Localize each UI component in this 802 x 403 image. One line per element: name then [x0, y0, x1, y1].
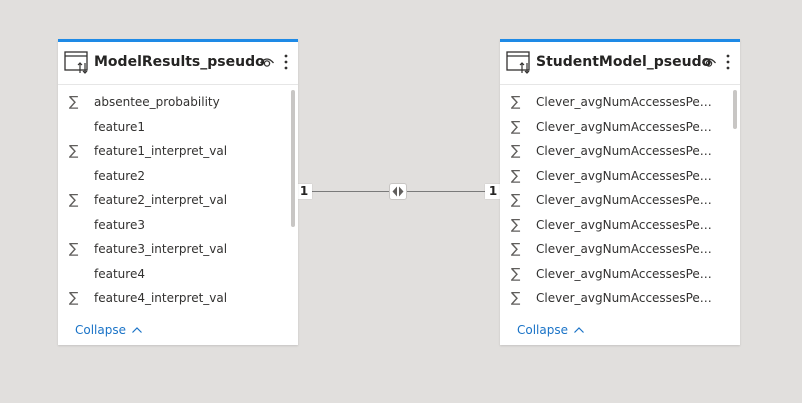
sum-icon: ∑	[511, 265, 521, 282]
field-label: feature3_interpret_val	[94, 242, 228, 256]
collapse-label: Collapse	[517, 323, 568, 337]
sum-icon: ∑	[511, 94, 521, 110]
chevron-up-icon	[131, 327, 142, 333]
field-label: Clever_avgNumAccessesPerDa...	[536, 266, 716, 281]
field-label: feature4_interpret_val	[94, 291, 228, 305]
collapse-button[interactable]: Collapse	[75, 323, 142, 337]
table-card-header[interactable]: StudentModel_pseudo	[500, 42, 740, 85]
field-row[interactable]: ∑ Clever_avgNumAccessesPerDa...	[500, 164, 740, 189]
field-row[interactable]: ∑ Clever_avgNumAccessesPerDa...	[500, 90, 740, 115]
field-label: feature3	[94, 217, 145, 232]
scrollbar[interactable]	[733, 90, 737, 129]
field-row[interactable]: ∑ Clever_avgNumAccessesPerDa...	[500, 115, 740, 140]
field-row[interactable]: ∑ Clever_avgNumAccessesPerDa...	[500, 237, 740, 262]
field-label: Clever_avgNumAccessesPerDa...	[536, 193, 716, 207]
table-icon	[506, 51, 530, 74]
table-card-header[interactable]: ModelResults_pseudo	[58, 42, 298, 85]
field-label: Clever_avgNumAccessesPerDa...	[536, 242, 716, 256]
field-row[interactable]: feature4	[58, 262, 298, 287]
collapse-label: Collapse	[75, 323, 126, 337]
field-label: feature1_interpret_val	[94, 144, 228, 158]
field-row[interactable]: ∑ absentee_probability	[58, 90, 298, 115]
cardinality-left: 1	[296, 184, 312, 199]
more-options-icon[interactable]	[724, 53, 732, 71]
field-row[interactable]: ∑ feature1_interpret_val	[58, 139, 298, 164]
field-label: feature1	[94, 119, 145, 134]
field-row[interactable]: ∑ feature2_interpret_val	[58, 188, 298, 213]
field-row[interactable]: ∑ Clever_avgNumAccessesPerDa...	[500, 188, 740, 213]
eye-icon[interactable]	[259, 55, 275, 69]
field-row[interactable]: ∑ Clever_avgNumAccessesPerDa...	[500, 262, 740, 287]
sum-icon: ∑	[69, 94, 79, 110]
field-label: feature2_interpret_val	[94, 193, 228, 207]
sum-icon: ∑	[511, 241, 521, 257]
field-row[interactable]: ∑ Clever_avgNumAccessesPerDa...	[500, 139, 740, 164]
table-title: ModelResults_pseudo	[94, 54, 265, 70]
eye-icon[interactable]	[701, 55, 717, 69]
sum-icon: ∑	[69, 192, 79, 208]
table-card-studentmodel[interactable]: StudentModel_pseudo ∑ Clever_avgNumAccess…	[500, 39, 740, 345]
sum-icon: ∑	[511, 192, 521, 208]
field-label: Clever_avgNumAccessesPerDa...	[536, 217, 716, 232]
field-label: absentee_probability	[94, 95, 220, 109]
field-label: feature4	[94, 266, 145, 281]
sum-icon: ∑	[69, 143, 79, 159]
collapse-button[interactable]: Collapse	[517, 323, 584, 337]
field-label: feature2	[94, 168, 145, 183]
field-label: Clever_avgNumAccessesPerDa...	[536, 144, 716, 158]
field-row[interactable]: ∑ feature3_interpret_val	[58, 237, 298, 262]
field-row[interactable]: feature1	[58, 115, 298, 140]
cross-filter-both-icon[interactable]	[389, 183, 407, 200]
field-label: Clever_avgNumAccessesPerDa...	[536, 95, 716, 109]
table-icon	[64, 51, 88, 74]
sum-icon: ∑	[69, 290, 79, 306]
field-row[interactable]: feature3	[58, 213, 298, 238]
sum-icon: ∑	[511, 118, 521, 135]
more-options-icon[interactable]	[282, 53, 290, 71]
sum-icon: ∑	[511, 143, 521, 159]
sum-icon: ∑	[69, 241, 79, 257]
cardinality-right: 1	[485, 184, 501, 199]
scrollbar[interactable]	[291, 90, 295, 227]
table-title: StudentModel_pseudo	[536, 54, 712, 70]
field-row[interactable]: ∑ feature4_interpret_val	[58, 286, 298, 311]
field-label: Clever_avgNumAccessesPerDa...	[536, 291, 716, 305]
sum-icon: ∑	[511, 216, 521, 233]
sum-icon: ∑	[511, 167, 521, 184]
field-label: Clever_avgNumAccessesPerDa...	[536, 168, 716, 183]
field-list: ∑ absentee_probability feature1 ∑ feature1_i…	[58, 90, 298, 312]
field-label: Clever_avgNumAccessesPerDa...	[536, 119, 716, 134]
field-row[interactable]: ∑ Clever_avgNumAccessesPerDa...	[500, 213, 740, 238]
sum-icon: ∑	[511, 290, 521, 306]
field-row[interactable]: ∑ Clever_avgNumAccessesPerDa...	[500, 286, 740, 311]
field-list: ∑ Clever_avgNumAccessesPerDa... ∑ Clever_av…	[500, 90, 740, 312]
table-card-modelresults[interactable]: ModelResults_pseudo ∑ absentee_probabilit…	[58, 39, 298, 345]
field-row[interactable]: feature2	[58, 164, 298, 189]
chevron-up-icon	[573, 327, 584, 333]
